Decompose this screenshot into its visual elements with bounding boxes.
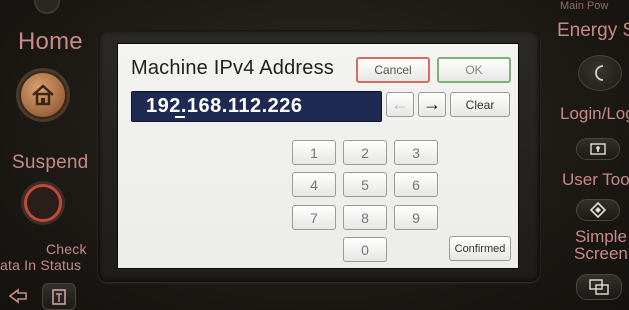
simple-screen-button[interactable] (576, 274, 622, 300)
key-icon (590, 143, 606, 155)
move-left-button[interactable]: ← (386, 92, 414, 117)
keypad-key-3[interactable]: 3 (394, 140, 438, 165)
suspend-button[interactable] (24, 184, 62, 222)
main-power-label: Main Pow (560, 0, 609, 12)
document-icon (52, 288, 66, 305)
home-button[interactable] (19, 71, 67, 119)
check-status-label: Check (46, 242, 87, 257)
arrow-left-icon: ← (391, 94, 409, 114)
printer-control-panel: Home Suspend Check ata In Status Main Po… (0, 0, 629, 310)
keypad-key-7[interactable]: 7 (292, 205, 336, 230)
clear-button[interactable]: Clear (450, 92, 510, 117)
login-logout-button[interactable] (576, 138, 620, 160)
data-in-status-labels: ata In Status (0, 257, 81, 273)
keypad-key-6[interactable]: 6 (394, 172, 438, 197)
move-right-button[interactable]: → (418, 92, 446, 117)
keypad-key-1[interactable]: 1 (292, 140, 336, 165)
keypad-key-5[interactable]: 5 (343, 172, 387, 197)
check-status-label-line1: Check (46, 241, 87, 257)
check-status-label-line2: Status (40, 257, 82, 273)
keypad-key-4[interactable]: 4 (292, 172, 336, 197)
moon-icon (595, 65, 604, 81)
simple-screen-label-line2: Screen (574, 244, 628, 263)
cancel-button[interactable]: Cancel (356, 57, 430, 83)
simple-screen-label: Simple Screen (574, 228, 628, 262)
diamond-icon (590, 202, 606, 218)
arrow-right-icon: → (423, 94, 441, 114)
ip-address-field[interactable]: 192.168.112.226 (131, 91, 382, 122)
energy-saver-button[interactable] (578, 55, 622, 91)
keypad-key-9[interactable]: 9 (394, 205, 438, 230)
dialog-title: Machine IPv4 Address (131, 57, 334, 79)
text-cursor (175, 116, 185, 118)
keypad-key-0[interactable]: 0 (343, 237, 387, 262)
screen-icon (589, 279, 609, 295)
home-icon (32, 84, 54, 106)
touch-screen: Machine IPv4 Address Cancel OK 192.168.1… (117, 43, 519, 269)
suspend-label: Suspend (12, 152, 89, 173)
ip-address-value: 192.168.112.226 (146, 95, 303, 117)
top-left-hard-button[interactable] (34, 0, 60, 14)
user-tools-button[interactable] (576, 199, 620, 221)
user-tools-label: User Tool (562, 170, 629, 189)
login-logout-label: Login/Log (560, 104, 629, 123)
data-in-icon (8, 288, 27, 304)
simple-screen-label-line1: Simple (574, 227, 627, 246)
data-in-label: ata In (0, 257, 37, 273)
keypad-key-2[interactable]: 2 (343, 140, 387, 165)
check-status-button[interactable] (42, 283, 76, 310)
energy-saver-label: Energy Sa (557, 20, 629, 41)
keypad-key-8[interactable]: 8 (343, 205, 387, 230)
home-label: Home (18, 28, 83, 55)
ok-button[interactable]: OK (437, 57, 511, 83)
confirmed-button[interactable]: Confirmed (449, 236, 511, 261)
